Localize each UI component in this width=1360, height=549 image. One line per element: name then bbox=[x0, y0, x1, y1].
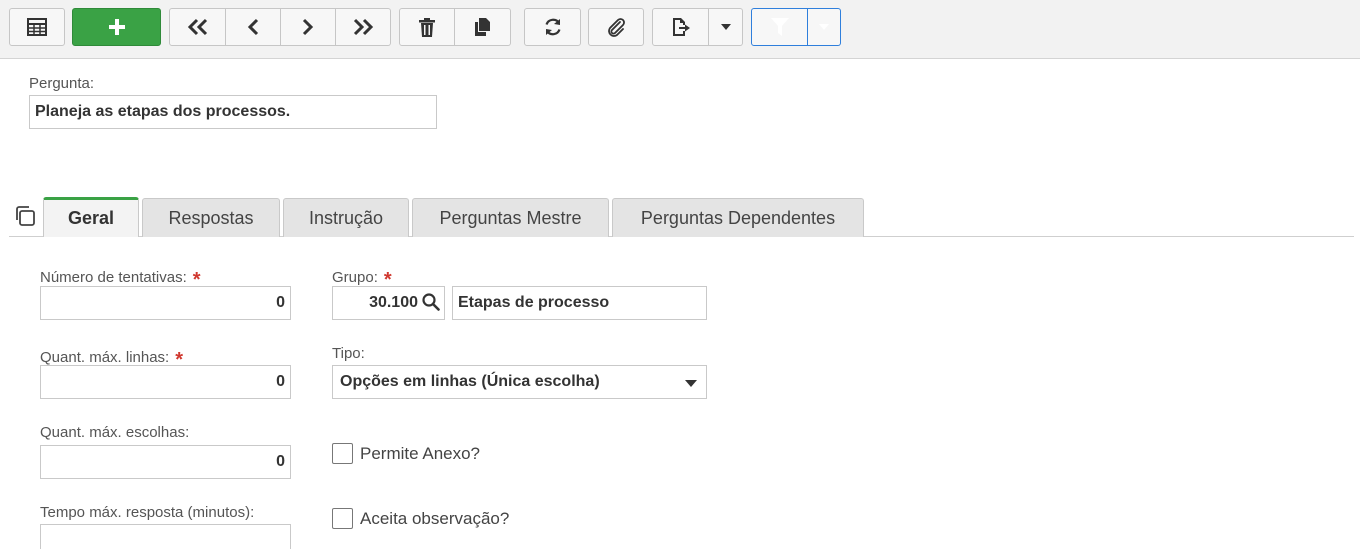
max-lines-input[interactable]: 0 bbox=[40, 365, 291, 399]
question-label: Pergunta: bbox=[29, 75, 95, 92]
file-export-icon bbox=[672, 18, 690, 36]
delete-button[interactable] bbox=[399, 8, 455, 46]
plus-icon bbox=[108, 19, 125, 35]
max-lines-label-text: Quant. máx. linhas: bbox=[40, 349, 170, 366]
filter-button[interactable] bbox=[751, 8, 808, 46]
max-time-label: Tempo máx. resposta (minutos): bbox=[40, 504, 255, 521]
search-icon[interactable] bbox=[422, 293, 440, 311]
caret-down-icon bbox=[720, 24, 731, 30]
attach-button[interactable] bbox=[588, 8, 644, 46]
caret-down-icon bbox=[819, 24, 829, 30]
table-icon bbox=[27, 18, 47, 36]
duplicate-button[interactable] bbox=[455, 8, 511, 46]
funnel-icon bbox=[770, 18, 789, 36]
group-label-text: Grupo: bbox=[332, 269, 378, 286]
attempts-label-text: Número de tentativas: bbox=[40, 269, 187, 286]
toolbar bbox=[0, 0, 1360, 59]
attempts-label: Número de tentativas: * bbox=[40, 265, 201, 291]
type-select[interactable]: Opções em linhas (Única escolha) bbox=[332, 365, 707, 399]
paperclip-icon bbox=[608, 18, 625, 37]
allow-attachment-checkbox[interactable] bbox=[332, 443, 353, 464]
max-choices-label: Quant. máx. escolhas: bbox=[40, 424, 190, 441]
trash-icon bbox=[419, 17, 435, 37]
tab-perguntas-mestre[interactable]: Perguntas Mestre bbox=[412, 198, 609, 237]
group-code-value: 30.100 bbox=[369, 294, 418, 311]
chevron-left-icon bbox=[247, 18, 259, 36]
copy-tabs-icon[interactable] bbox=[14, 205, 36, 227]
group-description-input: Etapas de processo bbox=[452, 286, 707, 320]
first-record-button[interactable] bbox=[169, 8, 226, 46]
max-choices-input[interactable]: 0 bbox=[40, 445, 291, 479]
type-label: Tipo: bbox=[332, 345, 365, 362]
tab-geral[interactable]: Geral bbox=[43, 197, 139, 237]
export-button[interactable] bbox=[652, 8, 709, 46]
refresh-button[interactable] bbox=[524, 8, 581, 46]
chevron-right-icon bbox=[302, 18, 314, 36]
double-chevron-left-icon bbox=[187, 18, 207, 36]
grid-view-button[interactable] bbox=[9, 8, 65, 46]
question-input[interactable]: Planeja as etapas dos processos. bbox=[29, 95, 437, 129]
double-chevron-right-icon bbox=[353, 18, 374, 36]
previous-record-button[interactable] bbox=[226, 8, 281, 46]
type-select-value: Opções em linhas (Única escolha) bbox=[340, 373, 600, 390]
caret-down-icon[interactable] bbox=[685, 380, 697, 387]
tab-instrucao[interactable]: Instrução bbox=[283, 198, 409, 237]
export-group bbox=[652, 8, 743, 46]
attempts-input[interactable]: 0 bbox=[40, 286, 291, 320]
navigation-group bbox=[169, 8, 391, 46]
accept-observation-checkbox[interactable] bbox=[332, 508, 353, 529]
tab-respostas[interactable]: Respostas bbox=[142, 198, 280, 237]
max-time-input[interactable] bbox=[40, 524, 291, 549]
export-dropdown-button[interactable] bbox=[709, 8, 743, 46]
record-actions-group bbox=[399, 8, 511, 46]
next-record-button[interactable] bbox=[281, 8, 336, 46]
filter-group bbox=[751, 8, 841, 46]
add-button[interactable] bbox=[72, 8, 161, 46]
tab-perguntas-dependentes[interactable]: Perguntas Dependentes bbox=[612, 198, 864, 237]
last-record-button[interactable] bbox=[336, 8, 391, 46]
allow-attachment-label: Permite Anexo? bbox=[360, 444, 481, 463]
filter-dropdown-button[interactable] bbox=[808, 8, 841, 46]
refresh-icon bbox=[544, 18, 561, 36]
group-label: Grupo: * bbox=[332, 265, 392, 291]
accept-observation-label: Aceita observação? bbox=[360, 509, 510, 528]
copy-icon bbox=[474, 18, 490, 36]
